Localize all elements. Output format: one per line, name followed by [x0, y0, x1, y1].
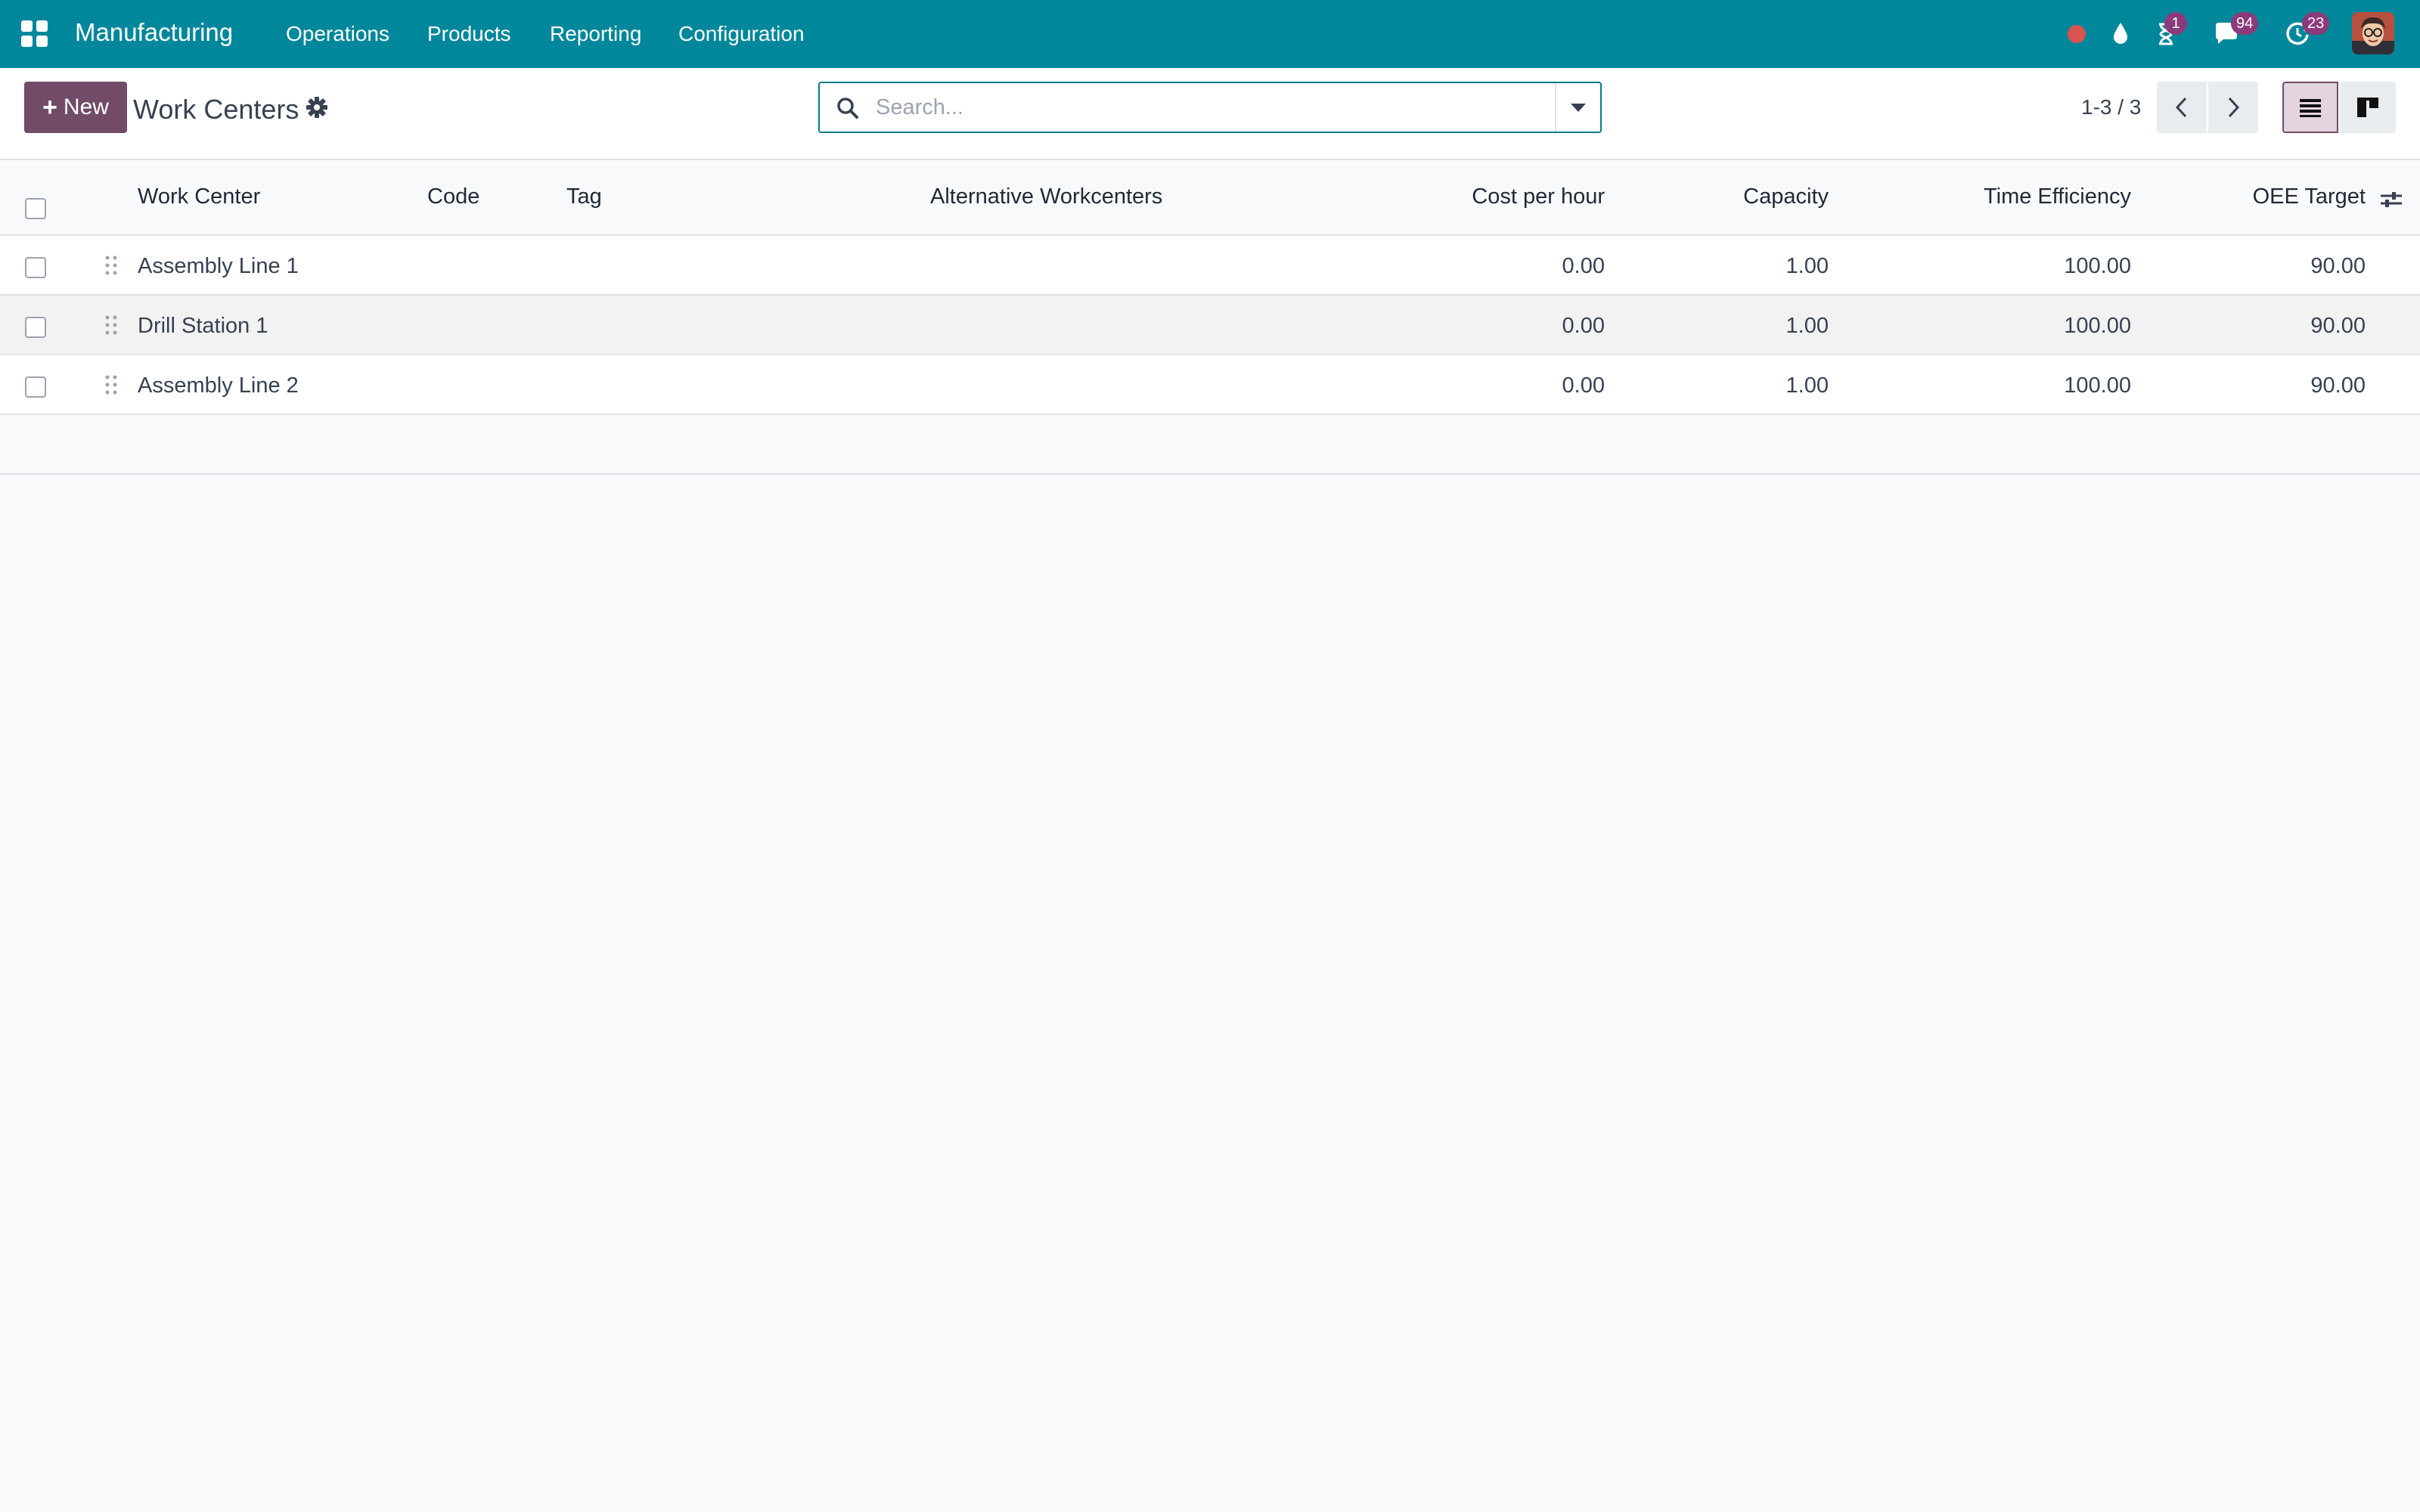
header-oee-target[interactable]: OEE Target: [2155, 184, 2366, 209]
cell-capacity: 1.00: [1786, 373, 1829, 398]
search-icon: [837, 98, 858, 119]
table-header: Work Center Code Tag Alternative Workcen…: [0, 160, 2420, 236]
cell-cost-per-hour: 0.00: [1562, 314, 1605, 338]
table-row[interactable]: Assembly Line 2 0.00 1.00 100.00 90.00: [0, 355, 2420, 415]
cell-oee-target: 90.00: [2310, 373, 2366, 398]
table-empty-row: [0, 415, 2420, 475]
header-code[interactable]: Code: [427, 184, 479, 209]
cell-cost-per-hour: 0.00: [1562, 373, 1605, 398]
cell-capacity: 1.00: [1786, 254, 1829, 278]
cell-cost-per-hour: 0.00: [1562, 254, 1605, 278]
cell-time-efficiency: 100.00: [2064, 254, 2131, 278]
caret-down-icon: [1571, 103, 1586, 112]
menu-configuration[interactable]: Configuration: [678, 22, 805, 46]
user-avatar[interactable]: [2352, 12, 2394, 54]
header-tag[interactable]: Tag: [566, 184, 602, 209]
drag-handle-icon[interactable]: [103, 373, 119, 396]
search-input[interactable]: [876, 89, 1526, 125]
cell-capacity: 1.00: [1786, 314, 1829, 338]
header-work-center[interactable]: Work Center: [138, 184, 260, 209]
cell-work-center[interactable]: Drill Station 1: [138, 314, 268, 339]
cell-time-efficiency: 100.00: [2064, 314, 2131, 338]
updates-badge: 23: [2302, 12, 2330, 35]
header-time-efficiency[interactable]: Time Efficiency: [1853, 184, 2131, 209]
plus-icon: +: [42, 93, 57, 122]
new-button[interactable]: + New: [24, 82, 127, 133]
pager-previous-button[interactable]: [2157, 82, 2207, 133]
list-view-icon: [2300, 99, 2321, 117]
page-title[interactable]: Work Centers: [133, 94, 299, 125]
header-capacity[interactable]: Capacity: [1634, 184, 1829, 209]
menu-products[interactable]: Products: [427, 22, 511, 46]
control-panel: + New Work Centers 1-3 / 3: [0, 68, 2420, 160]
new-button-label: New: [63, 94, 109, 119]
chevron-right-icon: [2228, 97, 2240, 118]
optional-columns-icon[interactable]: [2379, 189, 2403, 210]
droplet-icon[interactable]: [2105, 18, 2136, 48]
row-checkbox[interactable]: [25, 376, 46, 398]
avatar-image: [2352, 12, 2394, 54]
gear-icon[interactable]: [304, 94, 330, 120]
cell-work-center[interactable]: Assembly Line 2: [138, 373, 299, 398]
record-dot-icon[interactable]: [2062, 18, 2092, 48]
select-all-checkbox[interactable]: [25, 198, 46, 219]
chevron-left-icon: [2175, 97, 2187, 118]
cell-oee-target: 90.00: [2310, 254, 2366, 278]
pager-value[interactable]: 1-3 / 3: [2081, 95, 2141, 119]
drag-handle-icon[interactable]: [103, 314, 119, 336]
menu-reporting[interactable]: Reporting: [550, 22, 641, 46]
header-cost-per-hour[interactable]: Cost per hour: [1361, 184, 1605, 209]
table-row[interactable]: Drill Station 1 0.00 1.00 100.00 90.00: [0, 296, 2420, 355]
menu-operations[interactable]: Operations: [286, 22, 389, 46]
top-navbar: Manufacturing Operations Products Report…: [0, 0, 2420, 68]
cell-oee-target: 90.00: [2310, 314, 2366, 338]
apps-grid-icon[interactable]: [21, 20, 48, 48]
row-checkbox[interactable]: [25, 317, 46, 338]
kanban-view-icon: [2357, 98, 2378, 117]
kanban-view-button[interactable]: [2340, 82, 2396, 133]
search-box: [818, 82, 1602, 133]
table-row[interactable]: Assembly Line 1 0.00 1.00 100.00 90.00: [0, 236, 2420, 296]
list-view-button[interactable]: [2282, 82, 2338, 133]
search-options-toggle[interactable]: [1555, 83, 1600, 132]
messages-badge: 94: [2231, 12, 2259, 35]
header-alternative-workcenters[interactable]: Alternative Workcenters: [930, 184, 1162, 209]
cell-work-center[interactable]: Assembly Line 1: [138, 254, 299, 279]
row-checkbox[interactable]: [25, 257, 46, 278]
app-brand[interactable]: Manufacturing: [75, 18, 233, 47]
cell-time-efficiency: 100.00: [2064, 373, 2131, 398]
pager-next-button[interactable]: [2208, 82, 2258, 133]
work-centers-table: Work Center Code Tag Alternative Workcen…: [0, 160, 2420, 475]
drag-handle-icon[interactable]: [103, 254, 119, 277]
activity-badge: 1: [2164, 12, 2187, 35]
